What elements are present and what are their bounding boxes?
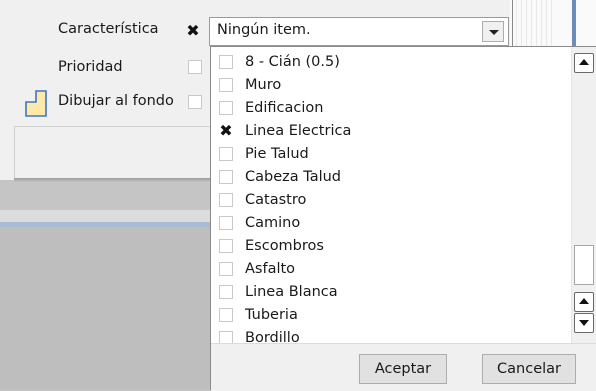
layer-icon [25,90,47,117]
item-checkbox[interactable] [219,216,233,230]
caracteristica-checkbox[interactable]: ✖ [185,23,201,39]
list-item[interactable]: Catastro [219,190,569,213]
item-checkbox[interactable] [219,170,233,184]
item-label: Asfalto [245,261,296,277]
list-item[interactable]: Tuberia [219,305,569,328]
combobox-value: Ningún item. [217,22,311,38]
characteristic-combobox[interactable]: Ningún item. [209,17,509,46]
item-label: Escombros [245,238,324,254]
arrow-down-icon [579,320,589,326]
list-item[interactable]: 8 - Cián (0.5) [219,52,569,75]
item-label: Camino [245,215,301,231]
arrow-up-icon [579,59,589,65]
combobox-dropdown-button[interactable] [482,21,504,42]
item-label: Edificacion [245,100,324,116]
list-item[interactable]: Asfalto [219,259,569,282]
list-item[interactable]: Escombros [219,236,569,259]
list-item[interactable]: ✖ Linea Electrica [219,121,569,144]
item-checkbox[interactable] [219,285,233,299]
item-checkbox[interactable] [219,308,233,322]
dibujar-checkbox[interactable] [188,95,202,109]
item-label: Linea Blanca [245,284,338,300]
item-checkbox[interactable] [219,262,233,276]
list-item[interactable]: Camino [219,213,569,236]
item-label: Cabeza Talud [245,169,342,185]
arrow-up-icon [579,298,589,304]
item-label: Catastro [245,192,307,208]
list-scrollbar[interactable] [571,47,596,343]
list-item[interactable]: Edificacion [219,98,569,121]
x-check-icon[interactable]: ✖ [218,123,234,139]
accept-button[interactable]: Aceptar [359,354,447,384]
item-checkbox[interactable] [219,331,233,343]
item-checkbox[interactable] [219,193,233,207]
item-label: Bordillo [245,330,300,343]
list-item[interactable]: Bordillo [219,328,569,343]
background-grid [510,0,596,50]
item-label: Muro [245,77,282,93]
list-item[interactable]: Muro [219,75,569,98]
item-label: Tuberia [245,307,298,323]
item-checkbox[interactable] [219,55,233,69]
dibujar-label: Dibujar al fondo [58,93,174,109]
cancel-button[interactable]: Cancelar [482,354,576,384]
scroll-up-button-lower[interactable] [574,292,594,312]
scroll-up-button[interactable] [574,53,594,73]
item-checkbox[interactable] [219,101,233,115]
panel-edge [14,126,15,178]
list-item[interactable]: Pie Talud [219,144,569,167]
item-label: Pie Talud [245,146,309,162]
dropdown-popup: 8 - Cián (0.5) Muro Edificacion ✖ Linea … [210,46,596,391]
list-item[interactable]: Linea Blanca [219,282,569,305]
dialog-footer: Aceptar Cancelar [211,343,596,391]
item-label: 8 - Cián (0.5) [245,54,340,70]
chevron-down-icon [489,30,499,35]
item-checkbox[interactable] [219,147,233,161]
caracteristica-label: Característica [58,21,159,37]
item-checkbox[interactable] [219,239,233,253]
item-checkbox[interactable] [219,78,233,92]
scrollbar-thumb[interactable] [574,245,594,285]
list-item[interactable]: Cabeza Talud [219,167,569,190]
scroll-down-button[interactable] [574,313,594,333]
item-label: Linea Electrica [245,123,352,139]
prioridad-label: Prioridad [58,59,123,75]
prioridad-checkbox[interactable] [188,60,202,74]
background-area [0,227,210,390]
item-checklist: 8 - Cián (0.5) Muro Edificacion ✖ Linea … [211,47,571,343]
background-strip [0,210,210,222]
